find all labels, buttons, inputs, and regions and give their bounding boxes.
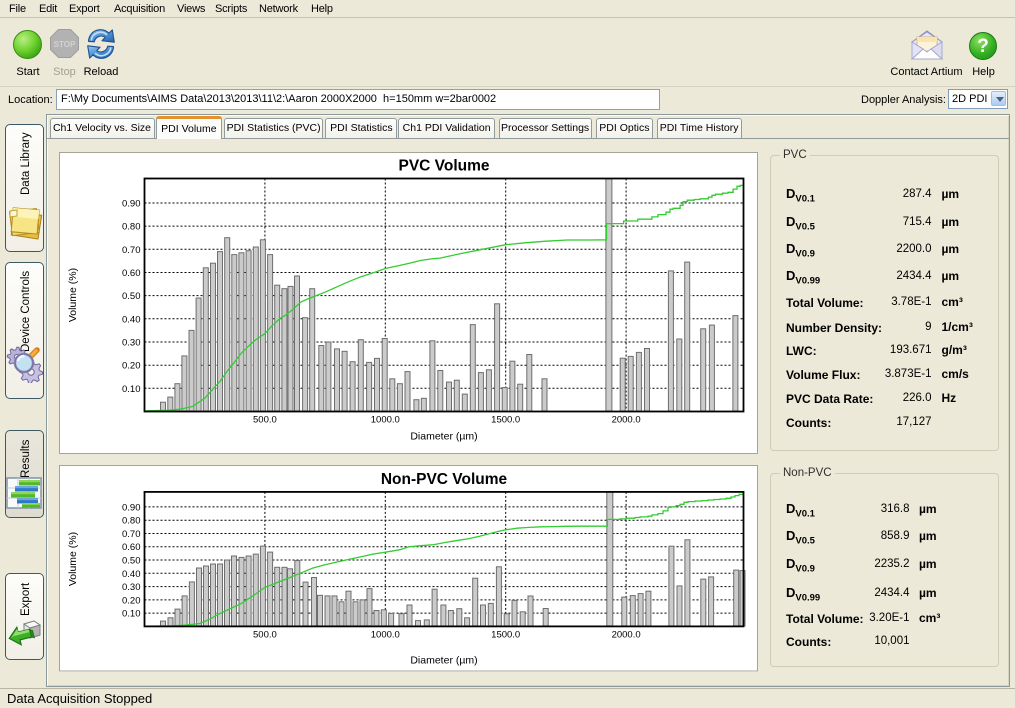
svg-text:1000.0: 1000.0	[371, 629, 400, 640]
svg-text:0.70: 0.70	[122, 529, 141, 540]
svg-text:0.30: 0.30	[122, 337, 141, 348]
svg-text:0.60: 0.60	[122, 268, 141, 279]
svg-text:2000.0: 2000.0	[612, 414, 641, 425]
svg-text:0.40: 0.40	[122, 569, 141, 580]
svg-text:Diameter (µm): Diameter (µm)	[410, 430, 477, 442]
svg-text:0.20: 0.20	[122, 595, 141, 606]
svg-text:0.90: 0.90	[122, 502, 141, 513]
svg-text:0.10: 0.10	[122, 609, 141, 620]
svg-text:Non-PVC Volume: Non-PVC Volume	[381, 471, 508, 488]
svg-text:PVC Volume: PVC Volume	[398, 157, 489, 174]
svg-text:500.0: 500.0	[253, 629, 277, 640]
svg-text:0.70: 0.70	[122, 244, 141, 255]
svg-text:0.20: 0.20	[122, 360, 141, 371]
svg-text:0.50: 0.50	[122, 291, 141, 302]
svg-text:1000.0: 1000.0	[371, 414, 400, 425]
svg-text:0.30: 0.30	[122, 582, 141, 593]
svg-text:Volume (%): Volume (%)	[67, 532, 79, 586]
svg-text:2000.0: 2000.0	[612, 629, 641, 640]
svg-text:0.80: 0.80	[122, 516, 141, 527]
svg-text:1500.0: 1500.0	[491, 629, 520, 640]
svg-text:STOP: STOP	[54, 40, 76, 49]
svg-text:0.40: 0.40	[122, 314, 141, 325]
svg-text:Diameter (µm): Diameter (µm)	[410, 654, 477, 666]
svg-text:0.60: 0.60	[122, 542, 141, 553]
svg-text:1500.0: 1500.0	[491, 414, 520, 425]
svg-text:0.80: 0.80	[122, 221, 141, 232]
svg-text:0.10: 0.10	[122, 383, 141, 394]
svg-text:0.90: 0.90	[122, 198, 141, 209]
svg-text:0.50: 0.50	[122, 556, 141, 567]
svg-text:500.0: 500.0	[253, 414, 277, 425]
svg-text:Volume (%): Volume (%)	[67, 267, 79, 321]
